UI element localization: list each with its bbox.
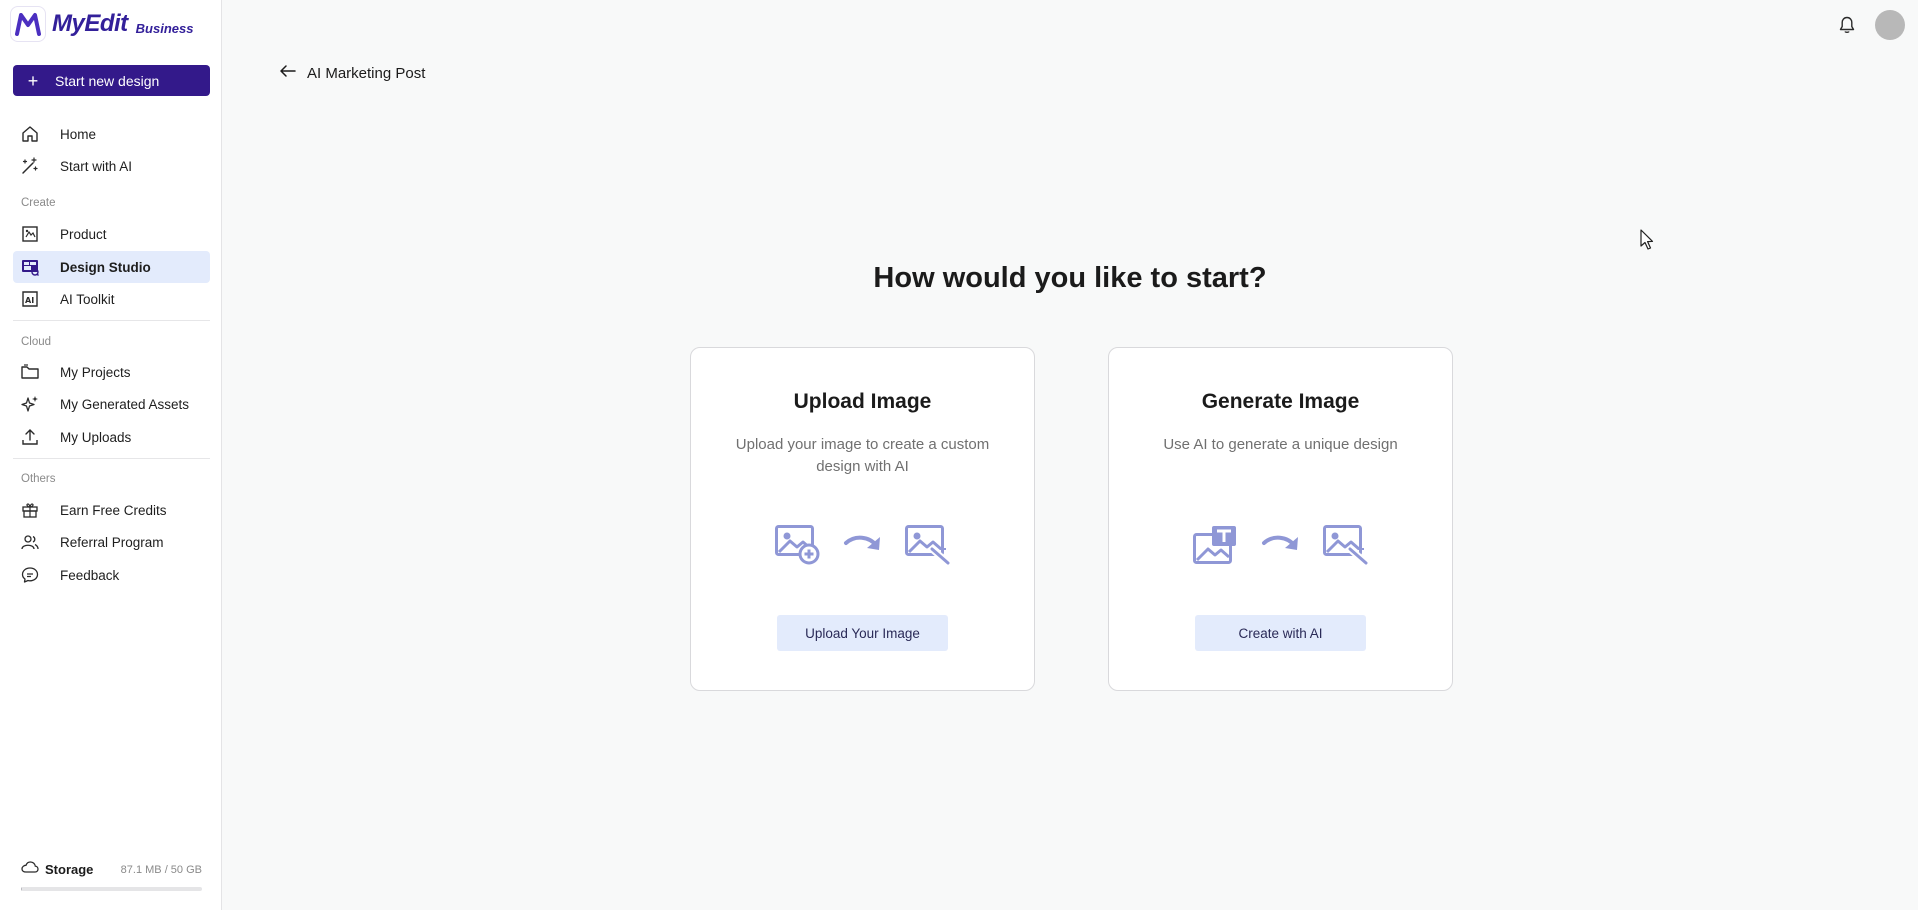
bell-icon[interactable] xyxy=(1836,14,1858,36)
curved-arrow-icon xyxy=(1261,533,1301,562)
design-studio-icon xyxy=(20,257,40,277)
logo[interactable]: MyEdit Business xyxy=(10,6,193,42)
folder-icon xyxy=(20,362,40,382)
ai-toolkit-icon: AI xyxy=(20,289,40,309)
storage-widget: Storage 87.1 MB / 50 GB xyxy=(21,860,202,891)
nav-start-with-ai[interactable]: Start with AI xyxy=(13,150,210,182)
nav-earn-free-credits[interactable]: Earn Free Credits xyxy=(13,494,210,526)
back-button[interactable]: AI Marketing Post xyxy=(279,64,425,83)
storage-progress-fill xyxy=(21,887,22,891)
nav-design-studio[interactable]: Design Studio xyxy=(13,251,210,283)
nav-my-projects[interactable]: My Projects xyxy=(13,356,210,388)
sparkle-icon xyxy=(20,394,40,414)
nav-product-label: Product xyxy=(60,226,107,242)
logo-mark-icon xyxy=(10,6,46,42)
nav-my-projects-label: My Projects xyxy=(60,364,131,380)
main-heading: How would you like to start? xyxy=(873,262,1267,294)
image-add-icon xyxy=(774,525,821,570)
gift-icon xyxy=(20,500,40,520)
nav-earn-free-credits-label: Earn Free Credits xyxy=(60,502,167,518)
svg-text:AI: AI xyxy=(25,296,34,305)
product-icon xyxy=(20,224,40,244)
home-icon xyxy=(20,124,40,144)
brand-tier: Business xyxy=(135,20,194,36)
upload-illustration xyxy=(691,525,1034,570)
image-magic-icon xyxy=(904,525,951,570)
nav-ai-toolkit[interactable]: AI AI Toolkit xyxy=(13,283,210,315)
nav-my-uploads-label: My Uploads xyxy=(60,429,132,445)
nav-home-label: Home xyxy=(60,126,97,142)
curved-arrow-icon xyxy=(843,533,883,562)
sidebar-divider xyxy=(13,458,210,459)
storage-value: 87.1 MB / 50 GB xyxy=(120,863,202,876)
mouse-pointer-icon xyxy=(1640,229,1654,256)
start-new-design-label: Start new design xyxy=(55,72,160,89)
sidebar: MyEdit Business + Start new design Home … xyxy=(0,0,222,910)
chat-bubble-icon xyxy=(20,565,40,585)
storage-progress-bar xyxy=(21,887,202,891)
nav-my-uploads[interactable]: My Uploads xyxy=(13,421,210,453)
nav-referral-program-label: Referral Program xyxy=(60,534,164,550)
nav-my-generated-assets-label: My Generated Assets xyxy=(60,396,190,412)
nav-feedback[interactable]: Feedback xyxy=(13,559,210,591)
nav-design-studio-label: Design Studio xyxy=(60,259,151,275)
image-magic-icon xyxy=(1322,525,1369,570)
upload-image-card[interactable]: Upload Image Upload your image to create… xyxy=(690,347,1035,691)
start-new-design-button[interactable]: + Start new design xyxy=(13,65,210,96)
nav-ai-toolkit-label: AI Toolkit xyxy=(60,291,115,307)
generate-image-title: Generate Image xyxy=(1201,390,1360,413)
magic-wand-icon xyxy=(20,156,40,176)
nav-product[interactable]: Product xyxy=(13,218,210,250)
create-with-ai-button[interactable]: Create with AI xyxy=(1195,615,1366,651)
plus-icon: + xyxy=(27,70,39,91)
section-label-others: Others xyxy=(21,473,56,485)
arrow-left-icon xyxy=(279,64,297,83)
sidebar-divider xyxy=(13,320,210,321)
upload-icon xyxy=(20,427,40,447)
section-label-cloud: Cloud xyxy=(21,336,52,348)
nav-start-with-ai-label: Start with AI xyxy=(60,158,133,174)
avatar[interactable] xyxy=(1875,10,1905,40)
upload-image-description: Upload your image to create a custom des… xyxy=(735,436,990,475)
upload-image-title: Upload Image xyxy=(793,390,932,413)
section-label-create: Create xyxy=(21,197,56,209)
image-text-icon xyxy=(1192,525,1239,570)
storage-label: Storage xyxy=(45,862,94,877)
users-icon xyxy=(20,532,40,552)
brand-name: MyEdit xyxy=(52,10,128,37)
generate-illustration xyxy=(1109,525,1452,570)
cloud-icon xyxy=(21,860,39,879)
nav-referral-program[interactable]: Referral Program xyxy=(13,526,210,558)
nav-my-generated-assets[interactable]: My Generated Assets xyxy=(13,388,210,420)
generate-image-card[interactable]: Generate Image Use AI to generate a uniq… xyxy=(1108,347,1453,691)
generate-image-description: Use AI to generate a unique design xyxy=(1163,436,1398,453)
upload-your-image-button[interactable]: Upload Your Image xyxy=(777,615,948,651)
page-title: AI Marketing Post xyxy=(307,65,426,82)
nav-home[interactable]: Home xyxy=(13,118,210,150)
nav-feedback-label: Feedback xyxy=(60,567,120,583)
